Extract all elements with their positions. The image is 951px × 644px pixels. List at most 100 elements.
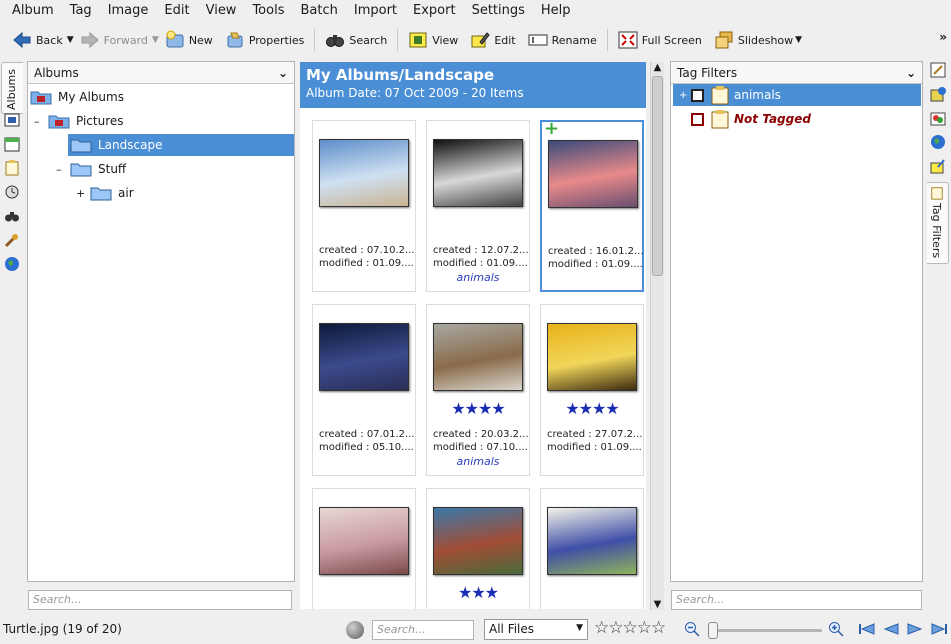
forward-button[interactable]: Forward	[74, 26, 154, 54]
tag-filters-combo[interactable]: Tag Filters ⌄	[671, 62, 922, 84]
thumbnail-scrollbar[interactable]: ▲ ▼	[650, 62, 664, 610]
timeline-tab-icon[interactable]	[4, 184, 20, 200]
edit-button[interactable]: Edit	[464, 26, 521, 54]
thumbnail-image[interactable]	[433, 323, 523, 391]
thumbnail-item[interactable]: created : 12.07.2... modified : 01.09....…	[426, 120, 530, 292]
expander-icon[interactable]: –	[56, 163, 70, 176]
menu-image[interactable]: Image	[100, 0, 157, 22]
album-header: My Albums/Landscape Album Date: 07 Oct 2…	[300, 62, 646, 108]
thumbnail-image[interactable]	[319, 323, 409, 391]
new-album-button[interactable]: New	[159, 26, 219, 54]
zoom-out-icon[interactable]	[684, 621, 700, 637]
file-filter-select[interactable]: All Files ▼	[484, 619, 588, 640]
menu-export[interactable]: Export	[405, 0, 464, 22]
albums-panel: Albums ⌄ My Albums – Pictures Landscape …	[27, 61, 295, 582]
rating-filter[interactable]: ☆☆☆☆☆	[594, 618, 666, 638]
fullscreen-label: Full Screen	[641, 33, 702, 47]
menu-help[interactable]: Help	[533, 0, 579, 22]
rating-stars[interactable]: ★★★	[427, 583, 529, 602]
menu-import[interactable]: Import	[346, 0, 405, 22]
last-image-icon[interactable]	[930, 622, 948, 636]
albums-search-input[interactable]: Search...	[28, 590, 292, 610]
tree-item-my-albums[interactable]: My Albums	[30, 86, 292, 108]
next-image-icon[interactable]	[906, 622, 924, 636]
back-button[interactable]: Back	[6, 26, 69, 54]
thumbnail-image[interactable]	[433, 507, 523, 575]
colors-tab-icon[interactable]	[930, 110, 946, 126]
thumbnail-image[interactable]	[433, 139, 523, 207]
folder-icon	[70, 139, 92, 153]
rename-button[interactable]: Rename	[522, 26, 603, 54]
menu-batch[interactable]: Batch	[292, 0, 345, 22]
expander-icon[interactable]: +	[76, 187, 90, 200]
dates-tab-icon[interactable]	[4, 112, 20, 128]
status-search-input[interactable]: Search...	[372, 620, 474, 640]
forward-dropdown-icon[interactable]: ▼	[152, 35, 159, 45]
slideshow-button[interactable]: Slideshow ▼	[708, 26, 808, 54]
metadata-tab-icon[interactable]	[930, 86, 946, 102]
scrollbar-thumb[interactable]	[652, 76, 663, 276]
albums-combo[interactable]: Albums ⌄	[28, 62, 294, 84]
thumbnail-image[interactable]	[319, 507, 409, 575]
expander-icon[interactable]: +	[679, 90, 691, 101]
properties-tab-icon[interactable]	[930, 62, 946, 78]
first-image-icon[interactable]	[858, 622, 876, 636]
scroll-up-icon[interactable]: ▲	[651, 62, 664, 73]
thumbnail-image[interactable]	[319, 139, 409, 207]
toolbar-overflow-button[interactable]: »	[939, 30, 947, 44]
thumbnail-item[interactable]	[312, 488, 416, 609]
menu-settings[interactable]: Settings	[464, 0, 533, 22]
tree-item-landscape[interactable]: Landscape	[68, 134, 294, 156]
tab-albums[interactable]: Albums	[1, 62, 23, 114]
thumbnail-item[interactable]: ★★★	[426, 488, 530, 609]
tree-item-pictures[interactable]: – Pictures	[34, 110, 294, 132]
scroll-down-icon[interactable]: ▼	[651, 599, 664, 610]
calendar-tab-icon[interactable]	[4, 136, 20, 152]
fullscreen-button[interactable]: Full Screen	[612, 26, 708, 54]
album-folder-icon	[48, 115, 70, 129]
tag-checkbox[interactable]	[691, 88, 704, 102]
tag-item-not-tagged[interactable]: Not Tagged	[691, 108, 921, 130]
search-button[interactable]: Search	[319, 26, 393, 54]
thumbnail-item[interactable]: ★★★★ created : 27.07.2... modified : 01.09…	[540, 304, 644, 476]
thumbnail-item[interactable]: ★★★★ created : 20.03.2... modified : 07.10…	[426, 304, 530, 476]
add-tag-icon[interactable]: +	[544, 118, 559, 139]
back-dropdown-icon[interactable]: ▼	[67, 35, 74, 45]
rating-stars[interactable]: ★★★★	[541, 399, 643, 418]
thumbnail-item[interactable]: created : 07.01.2... modified : 05.10....	[312, 304, 416, 476]
edit-label: Edit	[494, 33, 516, 47]
fullscreen-icon	[618, 31, 638, 49]
captions-tab-icon[interactable]	[930, 158, 946, 174]
menu-view[interactable]: View	[198, 0, 245, 22]
expander-icon[interactable]: –	[34, 115, 48, 128]
menu-album[interactable]: Album	[4, 0, 62, 22]
map-tab-icon[interactable]	[4, 256, 20, 272]
thumbnail-item[interactable]	[540, 488, 644, 609]
thumbnail-image[interactable]	[547, 323, 637, 391]
zoom-in-icon[interactable]	[828, 621, 844, 637]
thumbnail-image[interactable]	[548, 140, 638, 208]
properties-button[interactable]: Properties	[219, 26, 311, 54]
menu-tag[interactable]: Tag	[62, 0, 100, 22]
menu-edit[interactable]: Edit	[156, 0, 197, 22]
geolocation-tab-icon[interactable]	[930, 134, 946, 150]
thumbnail-item[interactable]: + created : 16.01.2... modified : 01.09...…	[540, 118, 644, 292]
menu-tools[interactable]: Tools	[244, 0, 292, 22]
tags-tab-icon[interactable]	[4, 160, 20, 176]
tag-search-input[interactable]: Search...	[671, 590, 922, 610]
tag-item-animals[interactable]: + animals	[673, 84, 921, 106]
zoom-slider-handle[interactable]	[708, 622, 718, 639]
thumbnail-image[interactable]	[547, 507, 637, 575]
search-tab-icon[interactable]	[4, 208, 20, 224]
tree-item-air[interactable]: + air	[76, 182, 292, 204]
fuzzy-search-tab-icon[interactable]	[4, 232, 20, 248]
previous-image-icon[interactable]	[882, 622, 900, 636]
rating-stars[interactable]: ★★★★	[427, 399, 529, 418]
tab-tag-filters[interactable]: Tag Filters	[927, 182, 949, 264]
view-button[interactable]: View	[402, 26, 464, 54]
not-tagged-checkbox[interactable]	[691, 112, 704, 126]
slideshow-dropdown-icon[interactable]: ▼	[795, 35, 802, 45]
thumbnail-item[interactable]: created : 07.10.2... modified : 01.09....	[312, 120, 416, 292]
tree-item-stuff[interactable]: – Stuff	[56, 158, 292, 180]
zoom-slider[interactable]	[708, 622, 822, 639]
